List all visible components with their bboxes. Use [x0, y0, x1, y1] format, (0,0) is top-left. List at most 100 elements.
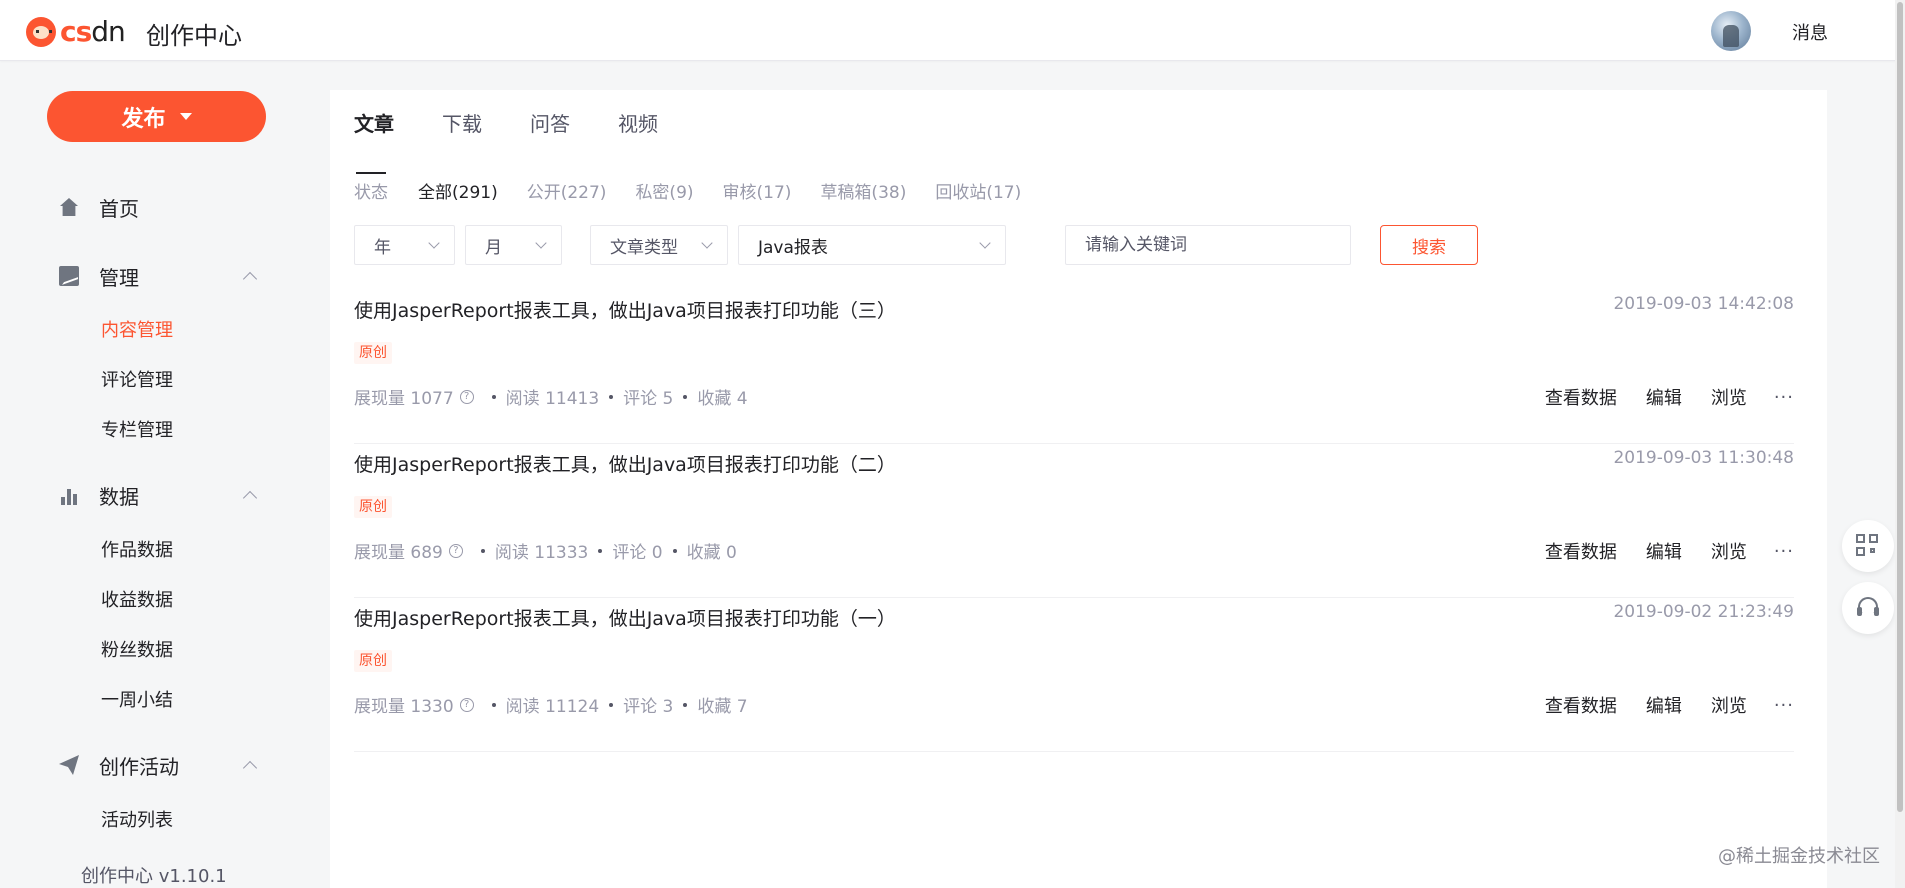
article-stats: 展现量 1077 ? 阅读 11413 评论 5 收藏 4 — [354, 384, 748, 409]
sidebar-item-column-manage[interactable]: 专栏管理 — [101, 416, 173, 442]
caret-down-icon — [179, 113, 192, 120]
status-public[interactable]: 公开(227) — [527, 178, 607, 203]
month-select-value: 月 — [485, 237, 502, 258]
version-label: 创作中心 v1.10.1 — [81, 866, 227, 887]
content-card: 文章 下载 问答 视频 状态 全部(291) 公开(227) 私密(9) 审核(… — [330, 90, 1827, 888]
chevron-up-icon — [242, 490, 258, 506]
article-actions: 查看数据 编辑 浏览 ··· — [1516, 692, 1794, 718]
status-filter: 状态 全部(291) 公开(227) 私密(9) 审核(17) 草稿箱(38) … — [354, 178, 1050, 203]
sidebar-item-works-data[interactable]: 作品数据 — [101, 536, 173, 562]
comment-count: 评论 3 — [623, 697, 674, 717]
publish-button[interactable]: 发布 — [47, 91, 266, 142]
article-row: 使用JasperReport报表工具，做出Java项目报表打印功能（二） 201… — [354, 444, 1794, 598]
headset-icon — [1856, 596, 1880, 620]
month-select[interactable]: 月 — [465, 225, 562, 265]
sidebar-item-weekly-summary[interactable]: 一周小结 — [101, 686, 173, 712]
qr-code-button[interactable] — [1842, 520, 1894, 572]
sidebar-group-label: 创作活动 — [99, 754, 179, 779]
sidebar-item-income-data[interactable]: 收益数据 — [101, 586, 173, 612]
sidebar-item-label: 首页 — [99, 196, 139, 221]
tab-qa[interactable]: 问答 — [530, 108, 570, 152]
article-row: 使用JasperReport报表工具，做出Java项目报表打印功能（三） 201… — [354, 290, 1794, 444]
status-recycle-bin[interactable]: 回收站(17) — [935, 178, 1021, 203]
article-title[interactable]: 使用JasperReport报表工具，做出Java项目报表打印功能（一） — [354, 604, 896, 631]
separator-dot — [683, 394, 688, 399]
keyword-search-input[interactable] — [1065, 225, 1351, 265]
separator-dot — [683, 702, 688, 707]
separator-dot — [480, 548, 485, 553]
article-date: 2019-09-03 11:30:48 — [1613, 448, 1794, 468]
impressions-count: 展现量 689 — [354, 543, 443, 563]
top-header: csdn 创作中心 消息 — [0, 0, 1905, 61]
article-stats: 展现量 689 ? 阅读 11333 评论 0 收藏 0 — [354, 538, 737, 563]
edit-button[interactable]: 编辑 — [1646, 692, 1682, 718]
edit-button[interactable]: 编辑 — [1646, 538, 1682, 564]
chevron-down-icon — [428, 237, 440, 249]
more-options-icon[interactable]: ··· — [1774, 541, 1794, 562]
article-title[interactable]: 使用JasperReport报表工具，做出Java项目报表打印功能（三） — [354, 296, 896, 323]
separator-dot — [598, 548, 603, 553]
tab-videos[interactable]: 视频 — [618, 108, 658, 152]
page-scrollbar[interactable] — [1895, 0, 1905, 888]
sidebar-item-fans-data[interactable]: 粉丝数据 — [101, 636, 173, 662]
impressions-count: 展现量 1330 — [354, 697, 454, 717]
bar-chart-icon — [59, 485, 79, 505]
browse-button[interactable]: 浏览 — [1711, 384, 1747, 410]
help-icon[interactable]: ? — [448, 543, 463, 558]
article-type-select-value: 文章类型 — [610, 237, 678, 258]
view-data-button[interactable]: 查看数据 — [1545, 692, 1617, 718]
csdn-logo[interactable]: csdn — [26, 15, 126, 48]
favorite-count: 收藏 0 — [686, 543, 737, 563]
sidebar-group-activities[interactable]: 创作活动 — [0, 745, 312, 785]
messages-link[interactable]: 消息 — [1792, 19, 1828, 45]
sidebar-item-comment-manage[interactable]: 评论管理 — [101, 366, 173, 392]
comment-count: 评论 5 — [623, 389, 674, 409]
read-count: 阅读 11413 — [505, 389, 600, 409]
publish-label: 发布 — [121, 106, 166, 132]
status-all[interactable]: 全部(291) — [418, 178, 498, 203]
more-options-icon[interactable]: ··· — [1774, 695, 1794, 716]
article-actions: 查看数据 编辑 浏览 ··· — [1516, 384, 1794, 410]
user-avatar[interactable] — [1711, 11, 1751, 51]
read-count: 阅读 11333 — [494, 543, 589, 563]
column-select[interactable]: Java报表 — [738, 225, 1006, 265]
search-button[interactable]: 搜索 — [1380, 225, 1478, 265]
article-title[interactable]: 使用JasperReport报表工具，做出Java项目报表打印功能（二） — [354, 450, 896, 477]
tab-articles[interactable]: 文章 — [354, 108, 394, 174]
sidebar-item-content-manage[interactable]: 内容管理 — [101, 316, 173, 342]
sidebar-group-manage[interactable]: 管理 — [0, 256, 312, 296]
status-drafts[interactable]: 草稿箱(38) — [820, 178, 906, 203]
view-data-button[interactable]: 查看数据 — [1545, 538, 1617, 564]
article-row: 使用JasperReport报表工具，做出Java项目报表打印功能（一） 201… — [354, 598, 1794, 752]
separator-dot — [609, 394, 614, 399]
column-select-value: Java报表 — [758, 237, 828, 258]
tab-downloads[interactable]: 下载 — [442, 108, 482, 152]
content-tabs: 文章 下载 问答 视频 — [354, 108, 706, 174]
sidebar-item-home[interactable]: 首页 — [0, 187, 312, 227]
status-private[interactable]: 私密(9) — [635, 178, 693, 203]
customer-service-button[interactable] — [1842, 582, 1894, 634]
separator-dot — [491, 394, 496, 399]
chevron-down-icon — [979, 237, 991, 249]
article-type-select[interactable]: 文章类型 — [590, 225, 728, 265]
edit-button[interactable]: 编辑 — [1646, 384, 1682, 410]
scrollbar-thumb[interactable] — [1897, 2, 1903, 812]
sidebar: 发布 首页 管理 内容管理 评论管理 专栏管理 数据 作品数据 收益数据 粉丝数… — [0, 62, 312, 888]
site-title[interactable]: 创作中心 — [146, 16, 242, 51]
view-data-button[interactable]: 查看数据 — [1545, 384, 1617, 410]
status-review[interactable]: 审核(17) — [723, 178, 792, 203]
help-icon[interactable]: ? — [459, 697, 474, 712]
original-badge: 原创 — [354, 496, 392, 518]
more-options-icon[interactable]: ··· — [1774, 387, 1794, 408]
help-icon[interactable]: ? — [459, 389, 474, 404]
article-actions: 查看数据 编辑 浏览 ··· — [1516, 538, 1794, 564]
monkey-mascot-icon — [26, 16, 56, 47]
browse-button[interactable]: 浏览 — [1711, 538, 1747, 564]
impressions-count: 展现量 1077 — [354, 389, 454, 409]
year-select[interactable]: 年 — [354, 225, 455, 265]
sidebar-group-data[interactable]: 数据 — [0, 475, 312, 515]
read-count: 阅读 11124 — [505, 697, 600, 717]
browse-button[interactable]: 浏览 — [1711, 692, 1747, 718]
separator-dot — [609, 702, 614, 707]
sidebar-item-activity-list[interactable]: 活动列表 — [101, 806, 173, 832]
